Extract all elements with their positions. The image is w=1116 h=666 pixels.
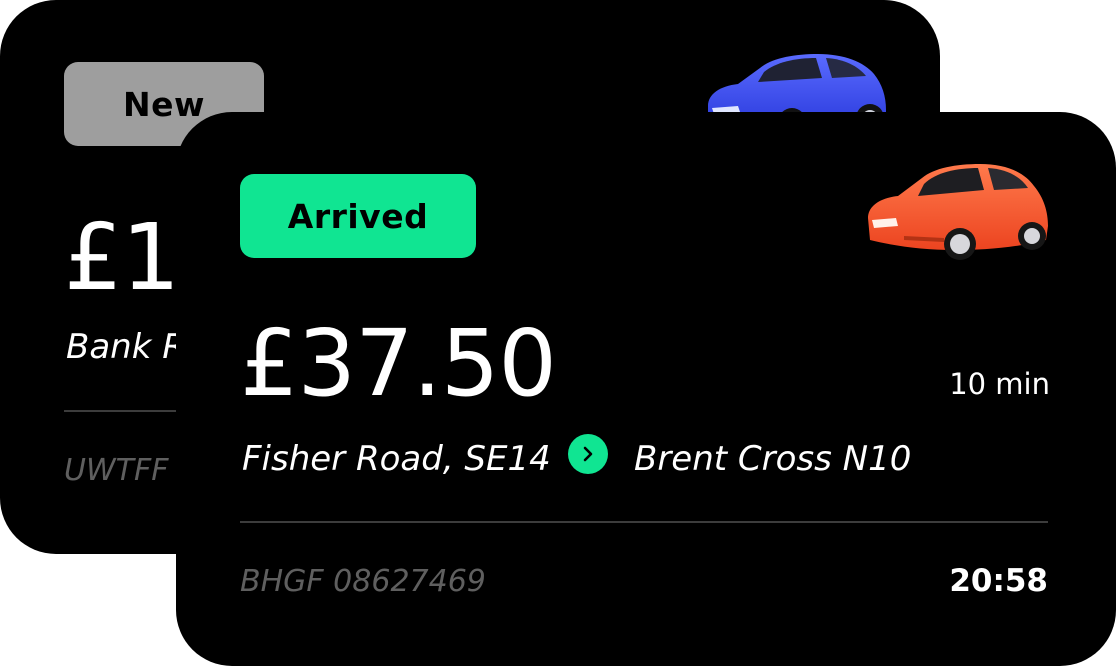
status-badge-arrived: Arrived [240, 174, 476, 258]
time-label: 20:58 [949, 563, 1048, 599]
route-from-label: Bank R [66, 327, 186, 367]
divider [240, 521, 1048, 523]
ride-card-arrived[interactable]: Arrived £37.50 10 min Fisher Road, SE14 [176, 112, 1116, 666]
booking-ref-label: BHGF 08627469 [240, 564, 486, 599]
duration-label: 10 min [949, 367, 1050, 401]
route-from-label: Fisher Road, SE14 [242, 439, 551, 479]
booking-ref-label: UWTFF [64, 453, 169, 488]
chevron-right-icon [568, 434, 608, 474]
route-to-label: Brent Cross N10 [634, 439, 912, 479]
ride-cards-stage: New £12 Bank R UWTFF Arrived £37.50 10 m… [0, 0, 1116, 666]
price-label: £37.50 [240, 310, 557, 417]
orange-car-icon [868, 164, 1048, 260]
